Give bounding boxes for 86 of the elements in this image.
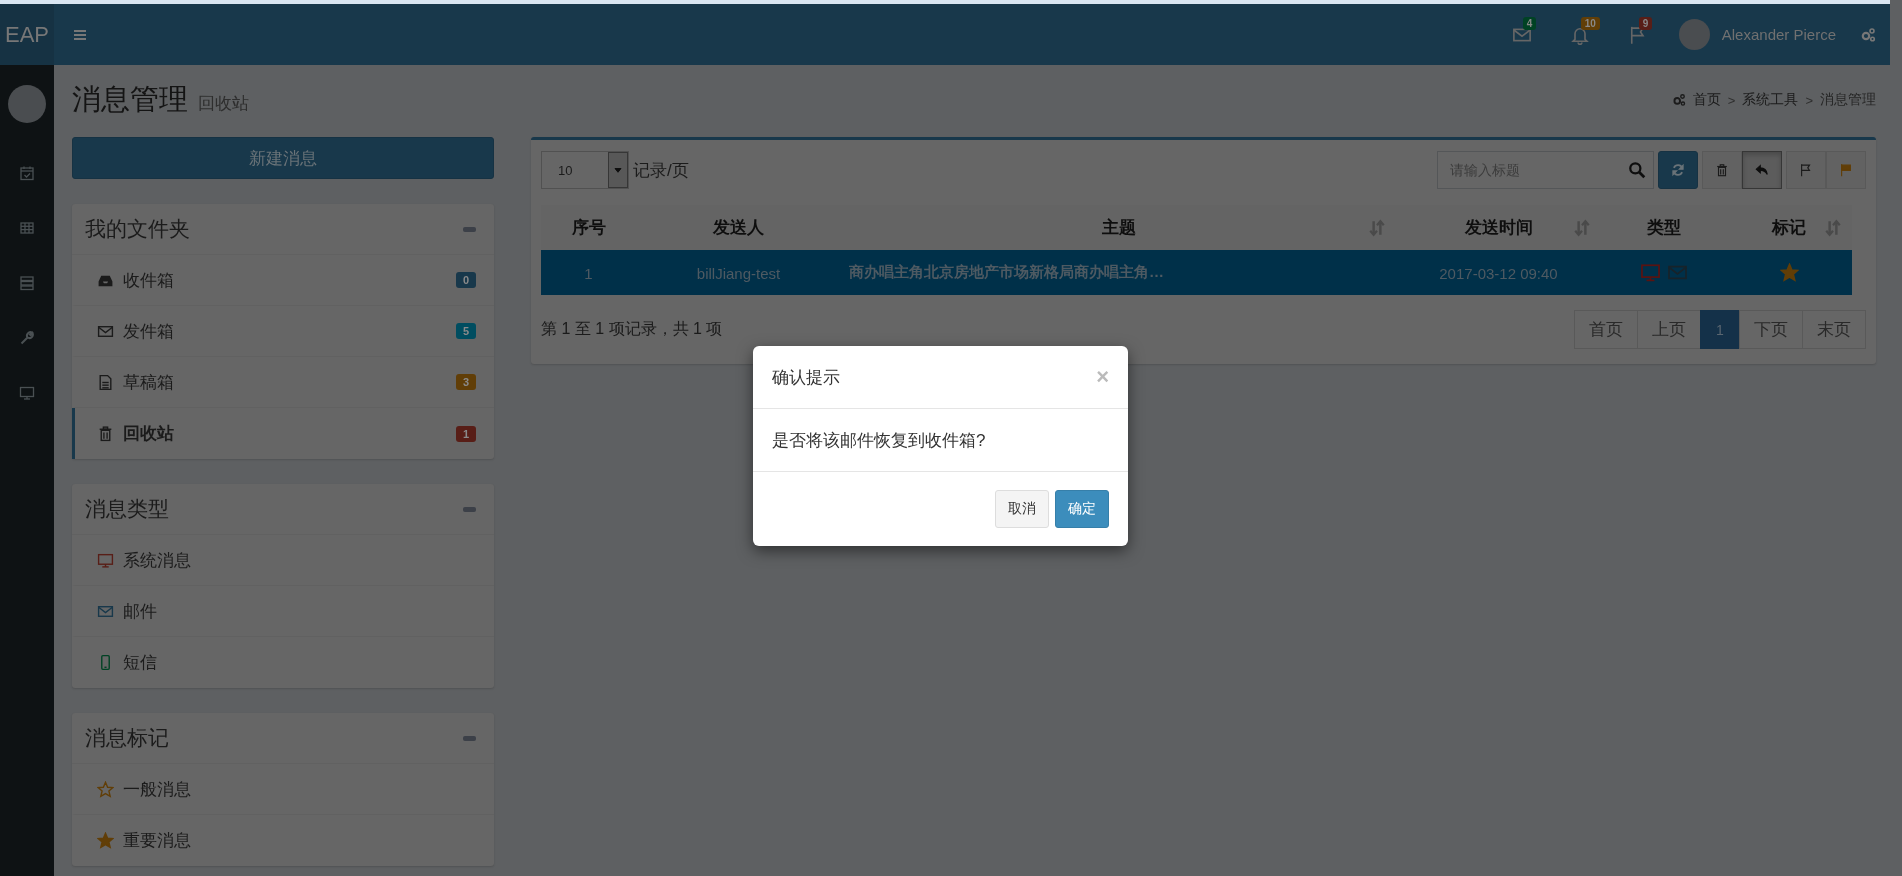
subject-text: 商办唱主角北京房地产市场新格局商办唱主角… — [849, 263, 1164, 280]
page-size-label: 记录/页 — [633, 159, 689, 182]
toolbar-button[interactable] — [1658, 151, 1698, 189]
page-title: 消息管理 — [72, 82, 188, 117]
avatar — [8, 85, 46, 123]
toolbar-button[interactable] — [1702, 151, 1742, 189]
close-button[interactable]: × — [1096, 364, 1109, 390]
gears-icon — [1860, 26, 1876, 43]
count-badge: 9 — [1638, 17, 1653, 30]
panel-title: 消息类型 — [85, 496, 169, 522]
records-info: 第 1 至 1 项记录，共 1 项 — [541, 319, 723, 339]
folder-item[interactable]: 短信 — [72, 637, 494, 688]
notification-button[interactable]: 9 — [1608, 4, 1667, 65]
wrench-icon — [19, 329, 35, 346]
breadcrumb-link[interactable]: 系统工具 — [1742, 91, 1799, 109]
trash-icon — [97, 425, 114, 442]
folder-label: 发件箱 — [123, 320, 175, 343]
dialog-button[interactable]: 确定 — [1055, 490, 1109, 528]
folder-item[interactable]: 重要消息 — [72, 815, 494, 866]
pagination-button[interactable]: 首页 — [1574, 310, 1638, 349]
toolbar-button[interactable] — [1786, 151, 1826, 189]
toolbar-button[interactable] — [1742, 151, 1782, 189]
folder-label: 回收站 — [123, 423, 175, 445]
count-badge: 10 — [1580, 17, 1600, 30]
trash-icon — [1715, 163, 1729, 177]
table-cell: 2017-03-12 09:40 — [1439, 264, 1558, 282]
folder-label: 一般消息 — [123, 778, 192, 801]
count-badge: 3 — [455, 374, 476, 390]
panel-title: 我的文件夹 — [85, 216, 190, 242]
app-logo[interactable]: EAP — [0, 4, 54, 65]
count-badge: 1 — [455, 425, 476, 442]
pagination-button[interactable]: 1 — [1700, 310, 1740, 349]
table-cell: billJiang-test — [696, 264, 781, 282]
folder-item[interactable]: 回收站 1 — [72, 408, 494, 459]
page-size-select[interactable]: 10 — [541, 151, 629, 189]
collapse-button[interactable] — [463, 226, 476, 232]
count-badge: 5 — [455, 323, 476, 339]
table-cell: 1 — [584, 264, 593, 282]
calendar-icon — [19, 164, 35, 181]
column-header[interactable]: 类型 — [1646, 216, 1681, 239]
column-header[interactable]: 序号 — [571, 216, 606, 239]
dialog-title: 确认提示 — [772, 366, 840, 389]
folder-item[interactable]: 收件箱 0 — [72, 255, 494, 306]
refresh-icon — [1671, 163, 1685, 177]
collapse-button[interactable] — [463, 735, 476, 741]
reply-icon — [1755, 163, 1769, 177]
column-header[interactable]: 标记 — [1772, 216, 1806, 239]
folder-label: 系统消息 — [123, 549, 192, 572]
column-header[interactable]: 主题 — [1101, 216, 1136, 239]
server-icon — [19, 274, 35, 291]
folder-item[interactable]: 一般消息 — [72, 764, 494, 815]
folder-label: 收件箱 — [123, 269, 175, 292]
folder-item[interactable]: 邮件 — [72, 586, 494, 637]
user-name[interactable]: Alexander Pierce — [1721, 26, 1836, 43]
flag-icon — [1799, 163, 1813, 177]
folder-label: 重要消息 — [123, 830, 192, 852]
grid-icon — [19, 219, 35, 236]
new-message-button[interactable]: 新建消息 — [72, 137, 494, 179]
flag-icon — [1839, 163, 1853, 177]
monitor-icon — [19, 384, 35, 401]
dialog-button[interactable]: 取消 — [995, 490, 1049, 528]
folder-label: 邮件 — [123, 600, 158, 623]
pagination-button[interactable]: 下页 — [1739, 310, 1803, 349]
column-header[interactable]: 发送人 — [713, 216, 764, 239]
count-badge: 4 — [1522, 17, 1537, 30]
toolbar-button[interactable] — [1826, 151, 1866, 189]
count-badge: 0 — [455, 272, 476, 288]
search-icon — [1628, 161, 1646, 179]
avatar — [1678, 19, 1710, 50]
dialog-message: 是否将该邮件恢复到收件箱? — [772, 429, 986, 452]
pagination-button[interactable]: 末页 — [1802, 310, 1866, 349]
panel-title: 消息标记 — [85, 725, 169, 751]
folder-item[interactable]: 发件箱 5 — [72, 306, 494, 357]
pagination-button[interactable]: 上页 — [1637, 310, 1701, 349]
breadcrumb-link[interactable]: 首页 — [1692, 91, 1721, 109]
notification-button[interactable]: 10 — [1550, 4, 1609, 65]
folder-label: 草稿箱 — [123, 371, 175, 394]
collapse-button[interactable] — [463, 506, 476, 512]
folder-item[interactable]: 系统消息 — [72, 535, 494, 586]
folder-label: 短信 — [123, 652, 158, 674]
document-icon — [97, 373, 114, 391]
column-header[interactable]: 发送时间 — [1464, 216, 1533, 239]
notification-button[interactable]: 4 — [1492, 4, 1551, 65]
folder-item[interactable]: 草稿箱 3 — [72, 357, 494, 408]
breadcrumb-separator: > — [1805, 92, 1813, 108]
breadcrumb-separator: > — [1727, 92, 1736, 108]
